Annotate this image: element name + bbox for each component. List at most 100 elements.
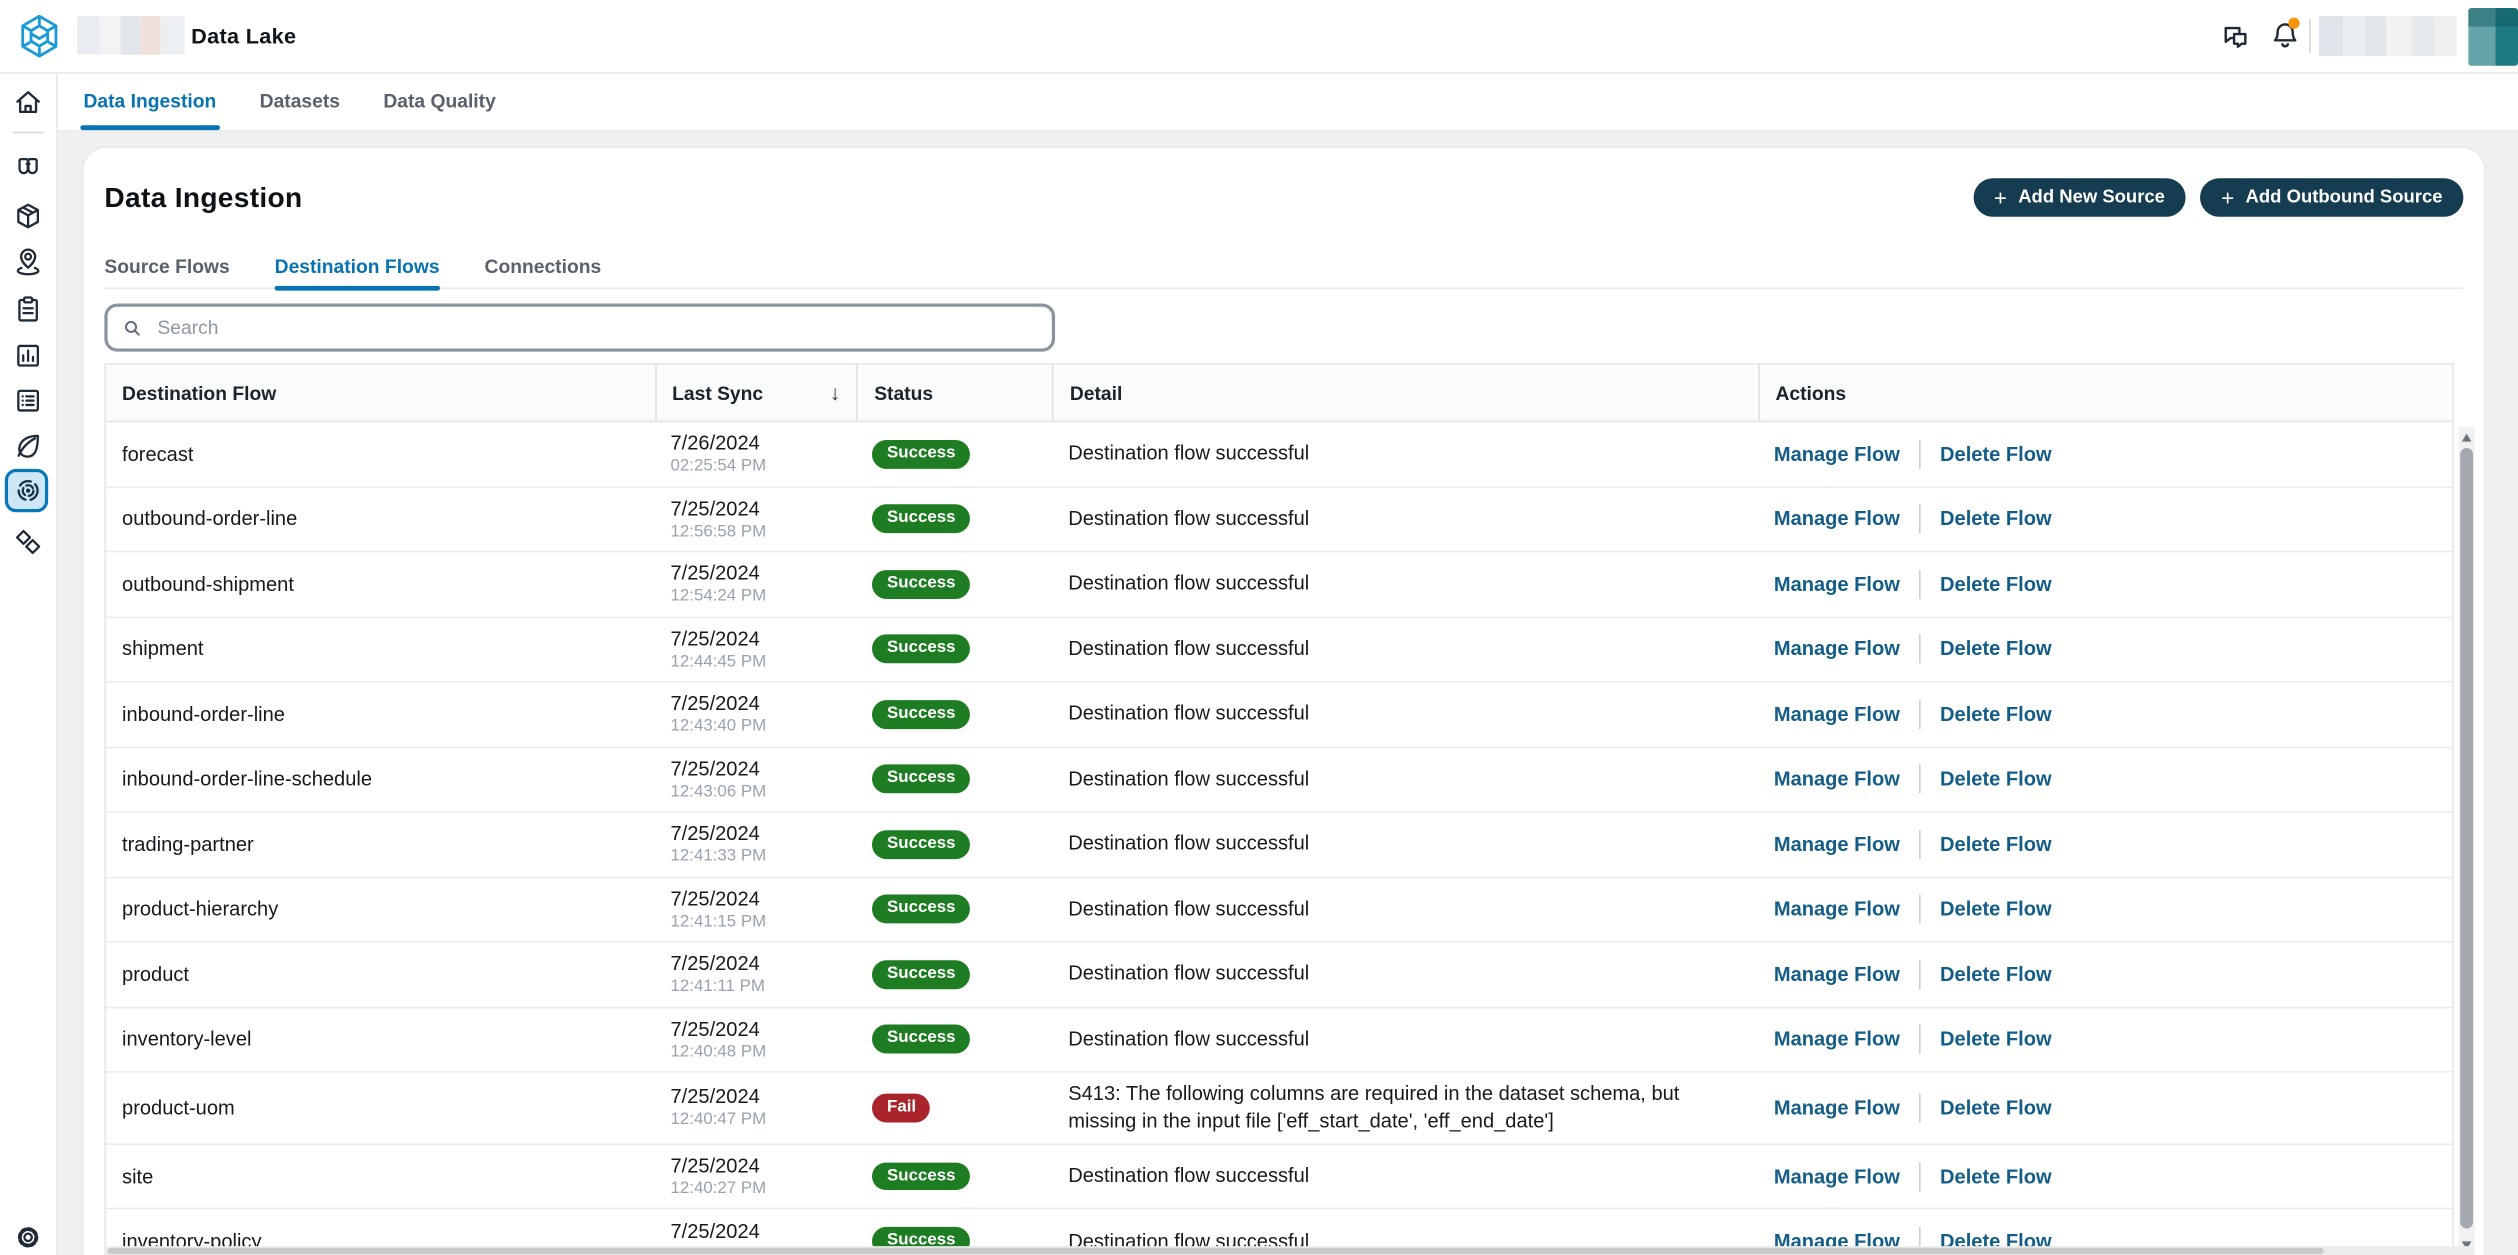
manage-flow-link[interactable]: Manage Flow	[1774, 833, 1900, 855]
delete-flow-link[interactable]: Delete Flow	[1940, 898, 2052, 920]
manage-flow-link[interactable]: Manage Flow	[1774, 1028, 1900, 1050]
delete-flow-link[interactable]: Delete Flow	[1940, 1165, 2052, 1187]
table-row: trading-partner7/25/202412:41:33 PMSucce…	[106, 813, 2452, 878]
last-sync-cell: 7/25/202412:56:58 PM	[654, 487, 856, 550]
sidebar-item-worklists[interactable]	[11, 384, 45, 418]
actions-cell: Manage Flow Delete Flow	[1758, 1073, 2452, 1143]
tab-datasets[interactable]: Datasets	[256, 72, 343, 130]
add-outbound-source-button[interactable]: + Add Outbound Source	[2200, 178, 2463, 217]
sync-date: 7/25/2024	[671, 758, 760, 780]
add-new-source-button[interactable]: + Add New Source	[1973, 178, 2186, 217]
manage-flow-link[interactable]: Manage Flow	[1774, 963, 1900, 985]
horizontal-scrollbar-thumb[interactable]	[108, 1247, 2324, 1254]
sidebar-item-data-lake[interactable]	[11, 474, 45, 508]
status-badge: Success	[873, 440, 970, 468]
column-header-status[interactable]: Status	[857, 365, 1053, 421]
column-header-detail[interactable]: Detail	[1052, 365, 1758, 421]
status-cell: Success	[857, 813, 1053, 876]
column-label: Actions	[1775, 381, 1846, 403]
delete-flow-link[interactable]: Delete Flow	[1940, 443, 2052, 465]
flow-name-cell: outbound-shipment	[106, 552, 654, 615]
delete-flow-link[interactable]: Delete Flow	[1940, 1028, 2052, 1050]
actions-divider	[1919, 765, 1921, 794]
sidebar-item-analytics[interactable]	[11, 339, 45, 373]
status-cell: Success	[857, 878, 1053, 941]
last-sync-cell: 7/25/202412:41:11 PM	[654, 943, 856, 1006]
manage-flow-link[interactable]: Manage Flow	[1774, 703, 1900, 725]
subtab-label: Destination Flows	[275, 255, 440, 277]
chat-feedback-icon[interactable]	[2219, 21, 2251, 53]
sidebar-item-sustainability[interactable]	[11, 429, 45, 463]
page-title: Data Ingestion	[104, 181, 302, 215]
tab-data-quality[interactable]: Data Quality	[380, 72, 499, 130]
vertical-scrollbar-thumb[interactable]	[2460, 448, 2473, 1228]
actions-divider	[1919, 1093, 1921, 1122]
sidebar-item-plans[interactable]	[11, 292, 45, 326]
detail-cell: Destination flow successful	[1052, 682, 1758, 745]
flow-name-cell: inventory-level	[106, 1008, 654, 1071]
search-input[interactable]	[154, 315, 1037, 341]
sort-desc-icon[interactable]: ↓	[830, 381, 840, 405]
column-header-last-sync[interactable]: Last Sync ↓	[654, 365, 856, 421]
subtab-source-flows[interactable]: Source Flows	[104, 246, 229, 288]
status-badge: Success	[873, 765, 970, 793]
status-cell: Success	[857, 748, 1053, 811]
status-cell: Fail	[857, 1073, 1053, 1143]
manage-flow-link[interactable]: Manage Flow	[1774, 508, 1900, 530]
detail-cell: Destination flow successful	[1052, 813, 1758, 876]
delete-flow-link[interactable]: Delete Flow	[1940, 508, 2052, 530]
sidebar-item-network[interactable]	[11, 244, 45, 278]
flow-name-cell: product	[106, 943, 654, 1006]
delete-flow-link[interactable]: Delete Flow	[1940, 963, 2052, 985]
tab-data-ingestion[interactable]: Data Ingestion	[80, 72, 219, 130]
delete-flow-link[interactable]: Delete Flow	[1940, 833, 2052, 855]
user-avatar[interactable]	[2468, 8, 2518, 66]
manage-flow-link[interactable]: Manage Flow	[1774, 573, 1900, 595]
search-box[interactable]	[104, 304, 1055, 352]
subtab-destination-flows[interactable]: Destination Flows	[275, 246, 440, 288]
last-sync-cell: 7/25/202412:41:15 PM	[654, 878, 856, 941]
horizontal-scrollbar[interactable]	[104, 1245, 2474, 1255]
column-label: Destination Flow	[122, 381, 276, 403]
manage-flow-link[interactable]: Manage Flow	[1774, 1165, 1900, 1187]
last-sync-cell: 7/25/202412:40:27 PM	[654, 1145, 856, 1208]
sidebar-divider	[13, 132, 44, 134]
leaf-icon	[13, 430, 44, 461]
vertical-scrollbar[interactable]	[2459, 427, 2475, 1255]
package-icon	[13, 201, 44, 232]
status-cell: Success	[857, 1145, 1053, 1208]
scroll-up-button[interactable]	[2462, 434, 2472, 442]
tab-label: Data Ingestion	[84, 90, 217, 112]
delete-flow-link[interactable]: Delete Flow	[1940, 573, 2052, 595]
app-root: Data Lake	[0, 0, 2518, 1255]
sync-time: 12:43:40 PM	[671, 717, 767, 736]
manage-flow-link[interactable]: Manage Flow	[1774, 898, 1900, 920]
sidebar-item-insights[interactable]	[11, 151, 45, 185]
sidebar-item-settings[interactable]	[11, 1220, 45, 1254]
manage-flow-link[interactable]: Manage Flow	[1774, 768, 1900, 790]
content-card: Data Ingestion + Add New Source + Add Ou…	[84, 148, 2485, 1255]
sidebar-item-modules[interactable]	[11, 525, 45, 559]
subtab-connections[interactable]: Connections	[485, 246, 602, 288]
delete-flow-link[interactable]: Delete Flow	[1940, 1097, 2052, 1119]
manage-flow-link[interactable]: Manage Flow	[1774, 443, 1900, 465]
manage-flow-link[interactable]: Manage Flow	[1774, 1097, 1900, 1119]
sidebar-item-home[interactable]	[11, 85, 45, 119]
plus-icon: +	[1994, 186, 2007, 208]
actions-divider	[1919, 440, 1921, 469]
delete-flow-link[interactable]: Delete Flow	[1940, 768, 2052, 790]
delete-flow-link[interactable]: Delete Flow	[1940, 703, 2052, 725]
sync-date: 7/26/2024	[671, 432, 760, 454]
delete-flow-link[interactable]: Delete Flow	[1940, 638, 2052, 660]
manage-flow-link[interactable]: Manage Flow	[1774, 638, 1900, 660]
table-row: product-hierarchy7/25/202412:41:15 PMSuc…	[106, 878, 2452, 943]
column-label: Status	[874, 381, 933, 403]
sidebar-item-orders[interactable]	[11, 199, 45, 233]
status-cell: Success	[857, 617, 1053, 680]
tab-label: Data Quality	[383, 90, 495, 112]
last-sync-cell: 7/25/202412:40:48 PM	[654, 1008, 856, 1071]
clipboard-icon	[13, 294, 44, 325]
status-badge: Success	[873, 505, 970, 533]
table-row: inventory-level7/25/202412:40:48 PMSucce…	[106, 1008, 2452, 1073]
column-header-destination-flow[interactable]: Destination Flow	[106, 365, 654, 421]
